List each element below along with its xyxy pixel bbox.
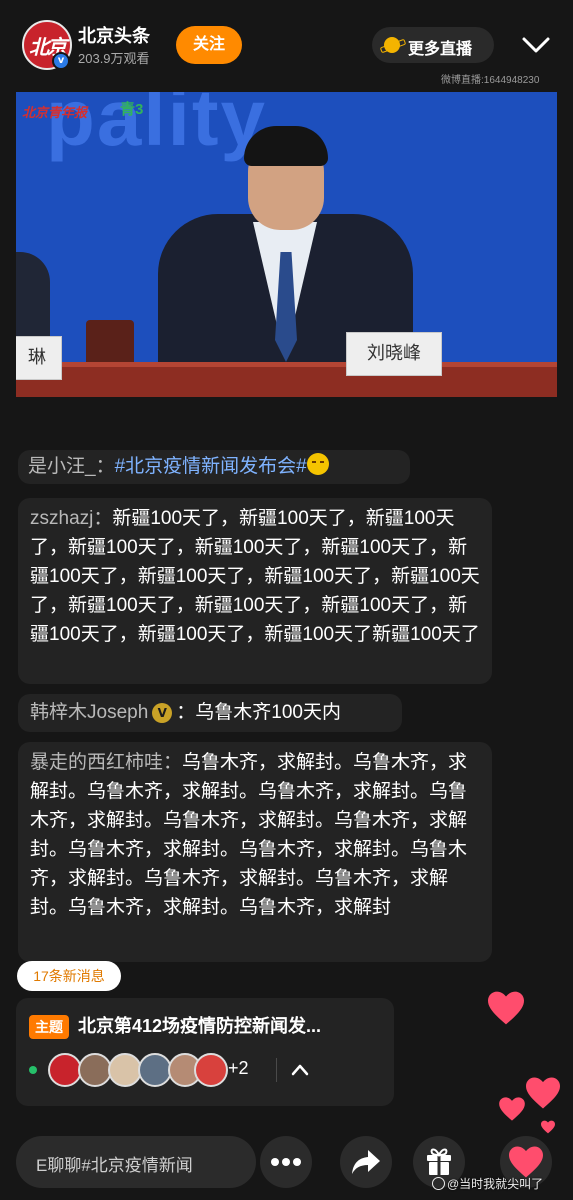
comment-input[interactable]: E聊聊#北京疫情新闻 [16,1136,256,1188]
participant-avatar[interactable] [138,1053,172,1087]
comment-user[interactable]: 韩梓木Joseph [30,702,148,723]
topic-badge: 主题 [29,1015,69,1039]
account-name[interactable]: 北京头条 [78,22,150,48]
gift-icon [427,1148,451,1175]
participant-avatar[interactable] [48,1053,82,1087]
comment-input-text: E聊聊#北京疫情新闻 [36,1156,193,1175]
comment-user[interactable]: 暴走的西红柿哇： [30,752,182,773]
verified-icon: v [52,52,70,70]
comment-text: ：乌鲁木齐100天内 [176,702,341,723]
broadcaster-logo: 北京青年报 [22,106,88,121]
more-button[interactable] [260,1136,312,1188]
nameplate-speaker: 刘晓峰 [346,332,442,376]
desk [16,367,557,397]
room-id: 微博直播:1644948230 [441,75,540,86]
comment-item[interactable]: 韩梓木Joseph V ：乌鲁木齐100天内 [18,694,402,732]
chevron-down-icon[interactable] [520,31,552,59]
heart-icon [499,1097,525,1121]
watermark: @当时我就尖叫了 [432,1175,543,1192]
heart-icon [526,1077,560,1109]
follow-button[interactable]: 关注 [176,26,242,64]
heart-icon [541,1120,555,1134]
participant-extra-count[interactable]: +2 [228,1058,249,1079]
broadcaster-logo-secondary: 青3 [120,101,144,118]
planet-icon [384,37,400,53]
comment-user[interactable]: zszhazj： [30,508,112,529]
smile-emoji-icon [306,453,329,475]
like-heart-icon [509,1146,543,1178]
new-messages-pill[interactable]: 17条新消息 [17,961,121,991]
comment-user[interactable]: 是小汪_： [28,456,115,477]
topic-card[interactable]: 主题 北京第412场疫情防控新闻发... +2 [16,998,394,1106]
comment-item[interactable]: zszhazj：新疆100天了，新疆100天了，新疆100天了，新疆100天了，… [18,498,492,684]
watermark-text: @当时我就尖叫了 [447,1177,544,1191]
share-button[interactable] [340,1136,392,1188]
topic-title[interactable]: 北京第412场疫情防控新闻发... [78,1012,388,1038]
participant-avatar[interactable] [194,1053,228,1087]
topic-tag[interactable]: #北京疫情新闻发布会# [115,456,307,477]
live-header: 北京 v 北京头条 203.9万观看 关注 更多直播 微博直播:16449482… [0,0,573,90]
participant-avatar[interactable] [78,1053,112,1087]
live-video[interactable]: pality 北京青年报 青3 琳 刘晓峰 [16,92,557,397]
chevron-up-icon[interactable] [290,1060,310,1080]
viewer-count: 203.9万观看 [78,51,150,66]
divider [276,1058,277,1082]
share-icon [352,1150,380,1174]
comment-item[interactable]: 暴走的西红柿哇：乌鲁木齐，求解封。乌鲁木齐，求解封。乌鲁木齐，求解封。乌鲁木齐，… [18,742,492,962]
comment-text: 乌鲁木齐，求解封。乌鲁木齐，求解封。乌鲁木齐，求解封。乌鲁木齐，求解封。乌鲁木齐… [30,752,468,918]
heart-icon [488,991,524,1025]
weibo-icon [432,1177,445,1190]
speaker-hair [244,126,328,166]
comment-item[interactable]: 是小汪_：#北京疫情新闻发布会# [18,450,410,484]
more-icon [271,1158,301,1166]
nameplate-left: 琳 [16,336,62,380]
participant-avatar[interactable] [108,1053,142,1087]
more-live-label: 更多直播 [408,41,473,58]
live-dot-icon [29,1066,37,1074]
verified-badge-icon: V [152,703,173,723]
more-live-button[interactable]: 更多直播 [372,27,494,63]
